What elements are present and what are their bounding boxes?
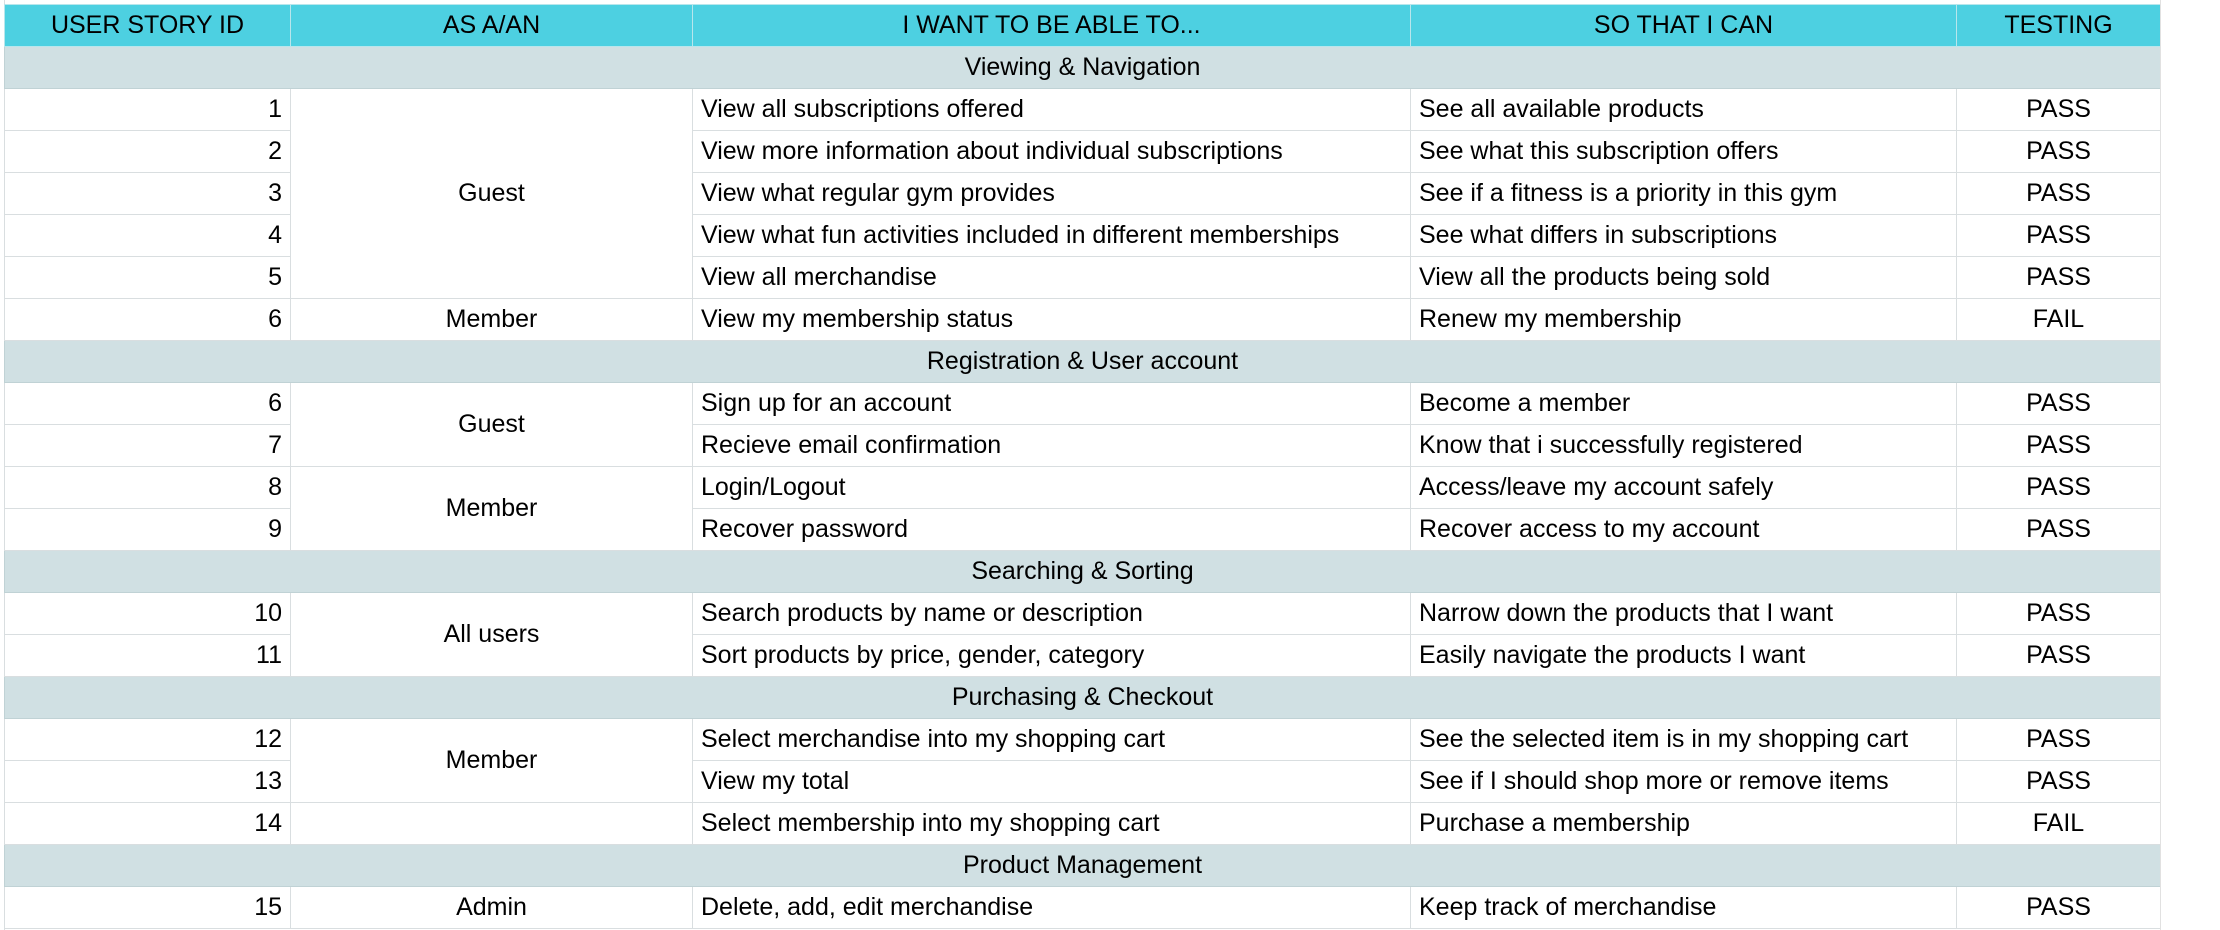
cell-testing[interactable]: PASS — [1956, 214, 2161, 257]
cell-id[interactable]: 8 — [4, 466, 291, 509]
cell-so-that[interactable]: Recover access to my account — [1410, 508, 1957, 551]
cell-so-that[interactable]: See what differs in subscriptions — [1410, 214, 1957, 257]
cell-testing[interactable]: PASS — [1956, 508, 2161, 551]
cell-id[interactable]: 7 — [4, 424, 291, 467]
header-cell-so-that[interactable]: SO THAT I CAN — [1410, 4, 1957, 47]
cell-want[interactable]: Recieve email confirmation — [692, 424, 1411, 467]
table-row: 1 Guest View all subscriptions offered S… — [4, 88, 2161, 299]
cell-testing[interactable]: PASS — [1956, 592, 2161, 635]
cell-testing[interactable]: PASS — [1956, 424, 2161, 467]
cell-role[interactable]: Member — [290, 466, 693, 551]
section-title[interactable]: Viewing & Navigation — [4, 46, 2161, 89]
cell-id[interactable]: 3 — [4, 172, 291, 215]
section-header-row: Viewing & Navigation — [4, 46, 2161, 89]
cell-id[interactable]: 14 — [4, 802, 291, 845]
cell-want[interactable]: Sort products by price, gender, category — [692, 634, 1411, 677]
cell-id[interactable]: 10 — [4, 592, 291, 635]
cell-role[interactable]: Guest — [290, 382, 693, 467]
cell-so-that[interactable]: See what this subscription offers — [1410, 130, 1957, 173]
cell-testing[interactable]: PASS — [1956, 382, 2161, 425]
cell-id[interactable]: 5 — [4, 256, 291, 299]
cell-want[interactable]: View more information about individual s… — [692, 130, 1411, 173]
cell-so-that[interactable]: Access/leave my account safely — [1410, 466, 1957, 509]
header-cell-testing[interactable]: TESTING — [1956, 4, 2161, 47]
cell-want[interactable]: Recover password — [692, 508, 1411, 551]
cell-testing[interactable]: PASS — [1956, 718, 2161, 761]
section-header-row: Registration & User account — [4, 340, 2161, 383]
cell-id[interactable]: 12 — [4, 718, 291, 761]
header-row: USER STORY ID AS A/AN I WANT TO BE ABLE … — [4, 4, 2161, 47]
cell-id[interactable]: 2 — [4, 130, 291, 173]
user-stories-table: USER STORY ID AS A/AN I WANT TO BE ABLE … — [4, 4, 2161, 929]
cell-so-that[interactable]: View all the products being sold — [1410, 256, 1957, 299]
cell-so-that[interactable]: Know that i successfully registered — [1410, 424, 1957, 467]
header-cell-user-story-id[interactable]: USER STORY ID — [4, 4, 291, 47]
cell-so-that[interactable]: See the selected item is in my shopping … — [1410, 718, 1957, 761]
cell-role[interactable]: Member — [290, 298, 693, 341]
cell-testing[interactable]: PASS — [1956, 88, 2161, 131]
cell-id[interactable]: 1 — [4, 88, 291, 131]
cell-id[interactable]: 6 — [4, 382, 291, 425]
cell-want[interactable]: View my total — [692, 760, 1411, 803]
cell-role[interactable]: Member — [290, 718, 693, 803]
cell-so-that[interactable]: See all available products — [1410, 88, 1957, 131]
cell-testing[interactable]: PASS — [1956, 256, 2161, 299]
cell-so-that[interactable]: See if I should shop more or remove item… — [1410, 760, 1957, 803]
cell-id[interactable]: 9 — [4, 508, 291, 551]
cell-want[interactable]: Login/Logout — [692, 466, 1411, 509]
section-title[interactable]: Registration & User account — [4, 340, 2161, 383]
table-row: 6 Member View my membership status Renew… — [4, 298, 2161, 341]
cell-id[interactable]: 4 — [4, 214, 291, 257]
table-row: 10 All users Search products by name or … — [4, 592, 2161, 677]
section-title[interactable]: Searching & Sorting — [4, 550, 2161, 593]
cell-testing[interactable]: PASS — [1956, 634, 2161, 677]
table-row: 12 Member Select merchandise into my sho… — [4, 718, 2161, 803]
cell-role[interactable]: All users — [290, 592, 693, 677]
cell-want[interactable]: Select membership into my shopping cart — [692, 802, 1411, 845]
cell-role-empty[interactable] — [290, 802, 693, 845]
table-row: 8 Member Login/Logout Access/leave my ac… — [4, 466, 2161, 551]
cell-so-that[interactable]: Purchase a membership — [1410, 802, 1957, 845]
cell-want[interactable]: View my membership status — [692, 298, 1411, 341]
cell-want[interactable]: View all subscriptions offered — [692, 88, 1411, 131]
cell-want[interactable]: View all merchandise — [692, 256, 1411, 299]
section-title[interactable]: Purchasing & Checkout — [4, 676, 2161, 719]
section-header-row: Product Management — [4, 844, 2161, 887]
cell-id[interactable]: 15 — [4, 886, 291, 929]
cell-testing[interactable]: PASS — [1956, 760, 2161, 803]
sheet-empty-column[interactable] — [2160, 0, 2220, 930]
cell-want[interactable]: View what regular gym provides — [692, 172, 1411, 215]
cell-id[interactable]: 11 — [4, 634, 291, 677]
section-header-row: Purchasing & Checkout — [4, 676, 2161, 719]
cell-so-that[interactable]: Easily navigate the products I want — [1410, 634, 1957, 677]
cell-want[interactable]: View what fun activities included in dif… — [692, 214, 1411, 257]
cell-so-that[interactable]: Narrow down the products that I want — [1410, 592, 1957, 635]
cell-testing[interactable]: PASS — [1956, 466, 2161, 509]
cell-role[interactable]: Admin — [290, 886, 693, 929]
spreadsheet-sheet: USER STORY ID AS A/AN I WANT TO BE ABLE … — [0, 0, 2220, 930]
table-row: 6 Guest Sign up for an account Become a … — [4, 382, 2161, 467]
cell-so-that[interactable]: Become a member — [1410, 382, 1957, 425]
cell-want[interactable]: Sign up for an account — [692, 382, 1411, 425]
cell-testing[interactable]: FAIL — [1956, 802, 2161, 845]
cell-want[interactable]: Select merchandise into my shopping cart — [692, 718, 1411, 761]
header-cell-want[interactable]: I WANT TO BE ABLE TO... — [692, 4, 1411, 47]
cell-so-that[interactable]: Renew my membership — [1410, 298, 1957, 341]
cell-want[interactable]: Search products by name or description — [692, 592, 1411, 635]
table-row: 15 Admin Delete, add, edit merchandise K… — [4, 886, 2161, 929]
cell-id[interactable]: 6 — [4, 298, 291, 341]
cell-so-that[interactable]: Keep track of merchandise — [1410, 886, 1957, 929]
section-header-row: Searching & Sorting — [4, 550, 2161, 593]
cell-testing[interactable]: FAIL — [1956, 298, 2161, 341]
section-title[interactable]: Product Management — [4, 844, 2161, 887]
cell-testing[interactable]: PASS — [1956, 886, 2161, 929]
cell-so-that[interactable]: See if a fitness is a priority in this g… — [1410, 172, 1957, 215]
cell-testing[interactable]: PASS — [1956, 130, 2161, 173]
header-cell-role[interactable]: AS A/AN — [290, 4, 693, 47]
cell-testing[interactable]: PASS — [1956, 172, 2161, 215]
cell-role[interactable]: Guest — [290, 88, 693, 299]
cell-id[interactable]: 13 — [4, 760, 291, 803]
cell-want[interactable]: Delete, add, edit merchandise — [692, 886, 1411, 929]
table-row: 14 Select membership into my shopping ca… — [4, 802, 2161, 845]
